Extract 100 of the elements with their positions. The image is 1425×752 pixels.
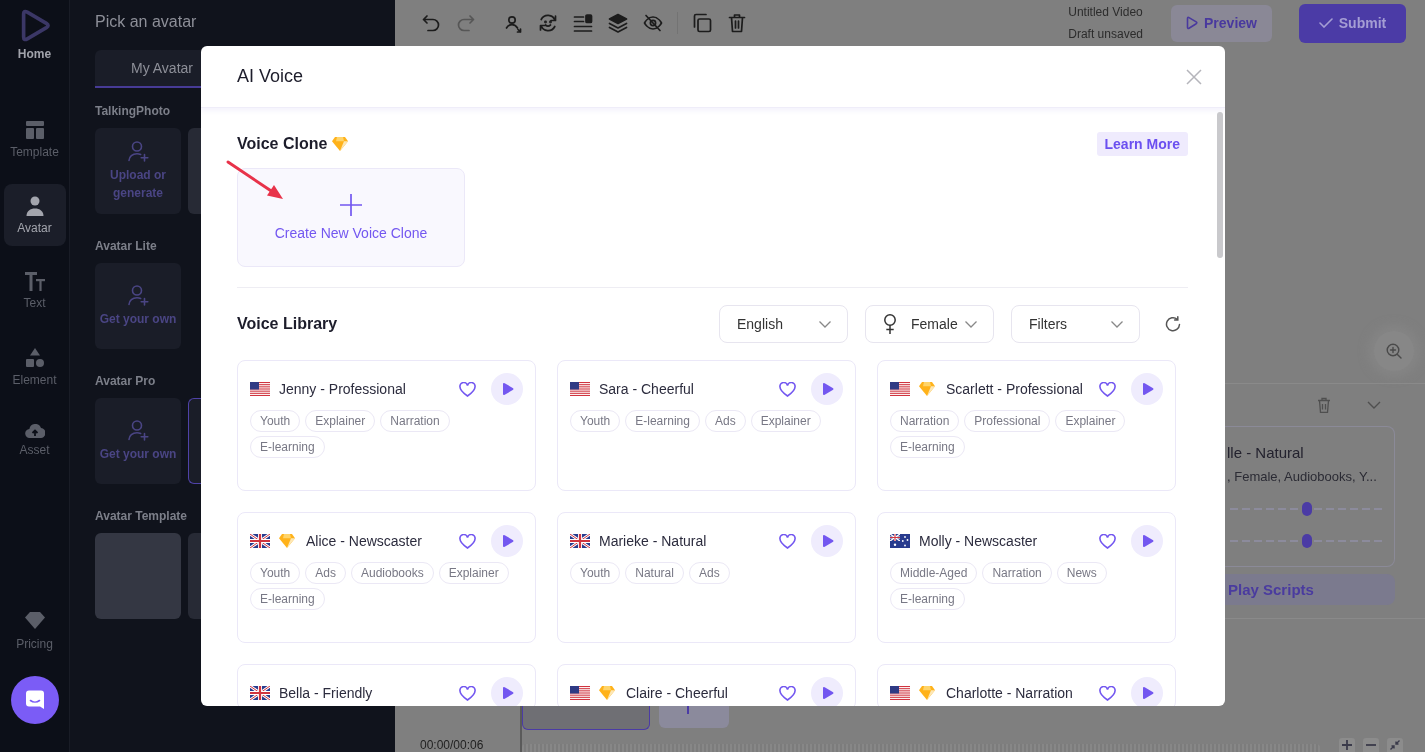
annotation-arrow	[226, 160, 284, 200]
layers-icon[interactable]	[608, 13, 628, 33]
slider-thumb[interactable]	[1302, 534, 1312, 548]
play-icon	[1142, 534, 1154, 548]
uk-flag-icon	[250, 686, 270, 700]
heart-icon[interactable]	[1099, 381, 1116, 397]
play-button[interactable]	[811, 525, 843, 557]
play-button[interactable]	[1131, 677, 1163, 706]
play-icon	[822, 382, 834, 396]
slider-thumb[interactable]	[1302, 502, 1312, 516]
heart-icon[interactable]	[459, 685, 476, 701]
play-button[interactable]	[491, 525, 523, 557]
voice-name: Jenny - Professional	[279, 381, 407, 397]
trash-icon[interactable]	[727, 13, 747, 33]
voice-card[interactable]: Sara - Cheerful Youth E-learning Ads Explainer	[557, 360, 856, 491]
person-frame-icon[interactable]	[503, 13, 523, 33]
undo-icon[interactable]	[421, 13, 441, 33]
sidebar-item[interactable]: Asset	[3, 412, 66, 474]
empty-clip-slot[interactable]	[659, 706, 729, 728]
heart-icon[interactable]	[1099, 685, 1116, 701]
play-outline-icon	[1186, 16, 1199, 30]
person-icon	[24, 196, 45, 216]
us-flag-icon	[570, 686, 590, 700]
plus-icon	[340, 194, 362, 216]
person-plus-icon	[127, 284, 149, 306]
section-title: TalkingPhoto	[95, 104, 171, 118]
learn-more-button[interactable]: Learn More	[1096, 132, 1188, 156]
play-icon	[502, 534, 514, 548]
panels-icon	[24, 120, 45, 140]
sidebar-item[interactable]: Template	[3, 108, 66, 170]
person-plus-icon	[127, 140, 149, 162]
layout-icon[interactable]	[573, 13, 593, 33]
play-button[interactable]	[1131, 373, 1163, 405]
voice-name: Bella - Friendly	[279, 685, 374, 701]
voice-name: Scarlett - Professional	[946, 381, 1084, 397]
refresh-icon[interactable]	[1165, 316, 1181, 332]
section-heading: Voice Library	[237, 315, 338, 333]
voice-card[interactable]: Scarlett - Professional Narration Professional Explainer E-learning	[877, 360, 1176, 491]
play-button[interactable]	[1131, 525, 1163, 557]
text-icon	[24, 272, 45, 291]
project-title: Untitled Video	[1068, 4, 1143, 21]
create-voice-clone-button[interactable]: Create New Voice Clone	[237, 168, 465, 267]
play-icon	[502, 382, 514, 396]
smiley-refresh-icon[interactable]	[538, 13, 558, 33]
heart-icon[interactable]	[459, 533, 476, 549]
diamond-icon	[24, 612, 45, 629]
voice-name: Charlotte - Narration	[946, 685, 1074, 701]
pricing-link[interactable]: Pricing	[3, 600, 66, 662]
voice-card[interactable]: Charlotte - Narration	[877, 664, 1176, 706]
section-heading: Voice Clone	[237, 135, 328, 153]
copy-icon[interactable]	[692, 13, 712, 33]
play-button[interactable]	[491, 677, 523, 706]
section-title: Avatar Pro	[95, 374, 156, 388]
voice-card[interactable]: Jenny - Professional Youth Explainer Narration E-learning	[237, 360, 536, 491]
heart-icon[interactable]	[779, 381, 796, 397]
heart-icon[interactable]	[779, 533, 796, 549]
dropdown[interactable]: Female	[865, 305, 994, 343]
check-icon	[1318, 18, 1333, 28]
play-button[interactable]	[811, 677, 843, 706]
dialog-title: AI Voice	[237, 66, 304, 87]
voice-card[interactable]: Marieke - Natural Youth Natural Ads	[557, 512, 856, 643]
heart-icon[interactable]	[779, 685, 796, 701]
play-icon	[822, 534, 834, 548]
zoom-out-button[interactable]	[1363, 738, 1379, 752]
voice-card[interactable]: Claire - Cheerful	[557, 664, 856, 706]
play-button[interactable]	[491, 373, 523, 405]
voice-tags: , Female, Audiobooks, Y...	[1227, 469, 1377, 485]
sidebar-item[interactable]: Text	[3, 260, 66, 322]
dropdown[interactable]: Filters	[1011, 305, 1140, 343]
tab[interactable]: My Avatar	[95, 50, 201, 88]
save-status: Draft unsaved	[1068, 26, 1143, 43]
home-link[interactable]: Home	[17, 9, 52, 61]
play-button[interactable]	[811, 373, 843, 405]
eye-slash-icon[interactable]	[643, 13, 663, 33]
chevron-down-icon	[819, 320, 831, 328]
voice-name: Sara - Cheerful	[599, 381, 695, 397]
zoom-in-button[interactable]	[1339, 738, 1355, 752]
chat-icon	[24, 690, 45, 710]
voice-name: Molly - Newscaster	[919, 533, 1039, 549]
voice-name: Claire - Cheerful	[626, 685, 729, 701]
chat-button[interactable]	[10, 676, 59, 724]
voice-card[interactable]: Bella - Friendly	[237, 664, 536, 706]
us-flag-icon	[570, 382, 590, 396]
heart-icon[interactable]	[459, 381, 476, 397]
sidebar-item[interactable]: Avatar	[3, 184, 66, 246]
us-flag-icon	[890, 686, 910, 700]
play-icon	[822, 686, 834, 700]
fit-button[interactable]	[1387, 738, 1403, 752]
voice-card[interactable]: Alice - Newscaster Youth Ads Audiobooks Explainer E-learning	[237, 512, 536, 643]
submit-button[interactable]: Submit	[1299, 3, 1406, 43]
preview-button[interactable]: Preview	[1171, 4, 1272, 42]
dropdown[interactable]: English	[719, 305, 848, 343]
zoom-in-icon	[1386, 343, 1402, 359]
person-plus-icon	[127, 419, 149, 441]
sidebar-item[interactable]: Element	[3, 336, 66, 398]
heart-icon[interactable]	[1099, 533, 1116, 549]
scrollbar-thumb[interactable]	[1217, 112, 1223, 258]
shapes-icon	[24, 348, 45, 368]
voice-card[interactable]: Molly - Newscaster Middle-Aged Narration News E-learning	[877, 512, 1176, 643]
clip-thumbnail[interactable]	[522, 706, 650, 730]
